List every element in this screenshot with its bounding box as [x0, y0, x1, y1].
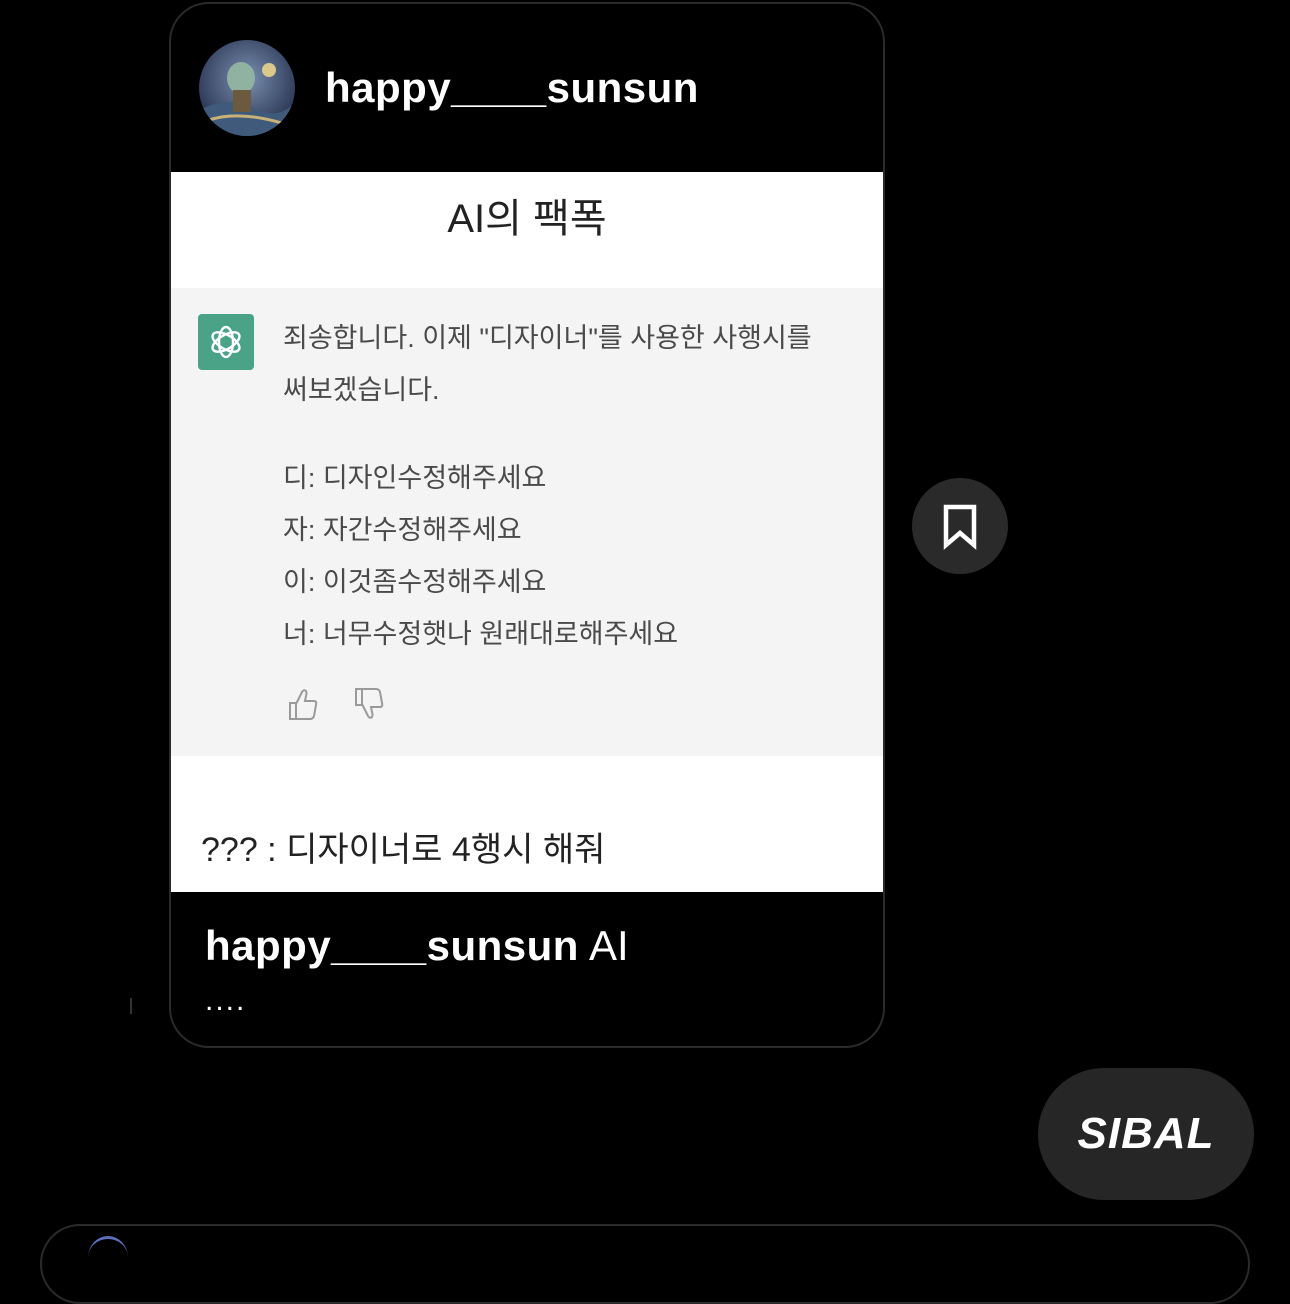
edge-mark	[130, 998, 132, 1014]
caption-username[interactable]: happy____sunsun	[205, 922, 579, 969]
chatgpt-logo-icon	[198, 314, 254, 370]
avatar	[88, 1236, 128, 1279]
caption-more[interactable]: ....	[205, 984, 246, 1018]
acrostic-line: 너: 너무수정햇나 원래대로해주세요	[283, 619, 679, 649]
caption-text: AI	[588, 922, 629, 969]
message-text: SIBAL	[1077, 1109, 1215, 1158]
post-header: happy____sunsun	[171, 4, 883, 172]
image-bottom-caption: ??? : 디자이너로 4행시 해줘	[201, 831, 606, 869]
feedback-icons	[287, 686, 385, 722]
shared-post-card[interactable]: happy____sunsun AI의 팩폭 죄송합니다. 이제 "디자이너"를…	[169, 2, 885, 1048]
acrostic-line: 디: 디자인수정해주세요	[283, 463, 547, 493]
chat-response-block: 죄송합니다. 이제 "디자이너"를 사용한 사행시를 써보겠습니다. 디: 디자…	[171, 288, 883, 756]
chat-line: 죄송합니다. 이제 "디자이너"를 사용한 사행시를	[283, 323, 812, 353]
chat-spacer	[283, 416, 863, 452]
chat-response-text: 죄송합니다. 이제 "디자이너"를 사용한 사행시를 써보겠습니다. 디: 디자…	[283, 312, 863, 660]
bookmark-icon	[943, 504, 977, 550]
post-author-name[interactable]: happy____sunsun	[325, 64, 699, 112]
acrostic-line: 자: 자간수정해주세요	[283, 515, 522, 545]
image-title: AI의 팩폭	[447, 197, 607, 241]
chat-line: 써보겠습니다.	[283, 375, 440, 405]
thumbs-down-icon	[355, 688, 384, 719]
save-button[interactable]	[912, 478, 1008, 574]
thumbs-up-icon	[289, 689, 318, 720]
post-image[interactable]: AI의 팩폭 죄송합니다. 이제 "디자이너"를 사용한 사행시를 써보겠습니다…	[171, 172, 883, 892]
post-caption: happy____sunsun AI	[205, 922, 629, 970]
next-message-card[interactable]	[40, 1224, 1250, 1304]
acrostic-line: 이: 이것좀수정해주세요	[283, 567, 547, 597]
avatar[interactable]	[199, 40, 295, 136]
message-bubble[interactable]: SIBAL	[1038, 1068, 1254, 1200]
